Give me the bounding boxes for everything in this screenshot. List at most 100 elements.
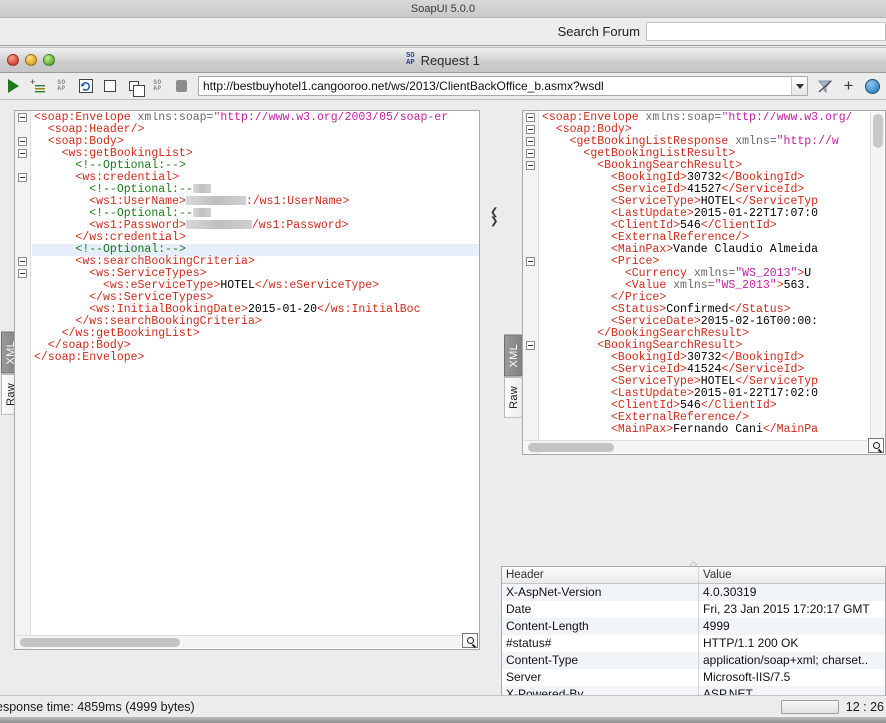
header-value-cell[interactable]: Microsoft-IIS/7.5 (699, 669, 885, 686)
chevron-down-icon (795, 83, 804, 89)
request-editor-gutter[interactable] (15, 111, 31, 649)
response-time-status: esponse time: 4859ms (4999 bytes) (0, 699, 195, 714)
column-header-header[interactable]: Header (502, 567, 699, 583)
add-assertion-button[interactable]: + (28, 77, 47, 96)
status-bar: esponse time: 4859ms (4999 bytes) 12 : 2… (0, 695, 886, 717)
header-name-cell[interactable]: X-AspNet-Version (502, 584, 699, 601)
fold-toggle-icon[interactable] (526, 257, 535, 266)
response-editor-pane[interactable]: <soap:Envelope xmlns:soap="http://www.w3… (522, 110, 886, 455)
recreate-request-button[interactable] (76, 77, 95, 96)
code-token: /ws1:Password> (251, 219, 349, 232)
code-token: "http://www.w3.org/ (721, 112, 853, 124)
table-row[interactable]: Date Fri, 23 Jan 2015 17:20:17 GMT (502, 601, 885, 618)
fold-toggle-icon[interactable] (18, 137, 27, 146)
table-row[interactable]: Content-Length 4999 (502, 618, 885, 635)
header-value-cell[interactable]: application/soap+xml; charset.. (699, 652, 885, 669)
fold-toggle-icon[interactable] (526, 113, 535, 122)
add-lines-icon: + (30, 78, 45, 93)
endpoint-filter-button[interactable] (815, 77, 834, 96)
fold-toggle-icon[interactable] (18, 173, 27, 182)
request-window-title: Request 1 (420, 52, 480, 68)
response-editor-gutter[interactable] (523, 111, 539, 454)
response-vscrollbar[interactable] (870, 112, 884, 440)
request-hscrollbar[interactable] (16, 635, 461, 648)
response-tab-raw[interactable]: Raw (504, 376, 524, 418)
plus-icon: + (843, 76, 854, 95)
single-pane-icon (103, 80, 116, 92)
caret-position-label: 12 : 26 (845, 699, 884, 714)
header-name-cell[interactable]: Content-Type (502, 652, 699, 669)
stop-button[interactable] (172, 77, 191, 96)
single-pane-layout-button[interactable] (100, 77, 119, 96)
redacted-value (185, 196, 246, 205)
header-name-cell[interactable]: #status# (502, 635, 699, 652)
response-vscroll-thumb[interactable] (873, 114, 883, 148)
response-hscrollbar[interactable] (524, 440, 867, 453)
redacted-value (192, 184, 211, 193)
application-title: SoapUI 5.0.0 (410, 2, 476, 15)
header-value-cell[interactable]: 4999 (699, 618, 885, 635)
stop-icon (176, 80, 187, 92)
pane-splitter-arrows[interactable]: ❮ ❯ (490, 208, 504, 227)
status-bar-right: 12 : 26 (780, 696, 886, 718)
fold-toggle-icon[interactable] (526, 125, 535, 134)
code-line[interactable]: </soap:Envelope> (32, 352, 479, 364)
code-token: </MainPa (762, 423, 819, 436)
magnifier-icon (466, 637, 474, 644)
filter-icon (817, 80, 832, 94)
endpoint-url-bar[interactable] (198, 76, 808, 96)
table-row[interactable]: Content-Type application/soap+xml; charse… (502, 652, 885, 669)
code-token: > (776, 279, 784, 292)
header-value-cell[interactable]: 4.0.30319 (699, 584, 885, 601)
play-icon (8, 79, 19, 93)
code-token: </ws:eServiceType> (254, 279, 380, 292)
response-tab-xml[interactable]: XML (504, 335, 524, 377)
request-window-titlebar: SO AP Request 1 (0, 47, 886, 73)
code-line[interactable]: <MainPax>Fernando Cani</MainPa (540, 424, 869, 436)
fold-toggle-icon[interactable] (18, 269, 27, 278)
table-row[interactable]: X-AspNet-Version 4.0.30319 (502, 584, 885, 601)
response-hscroll-thumb[interactable] (528, 443, 614, 452)
fold-toggle-icon[interactable] (18, 257, 27, 266)
soap-icon: SO AP (406, 52, 415, 67)
fold-toggle-icon[interactable] (526, 161, 535, 170)
request-editor-pane[interactable]: <soap:Envelope xmlns:soap="http://www.w3… (14, 110, 480, 650)
soap-options-button[interactable]: SO AP (148, 77, 167, 96)
add-endpoint-button[interactable]: + (839, 77, 858, 96)
code-token: xmlns= (728, 135, 777, 148)
fold-toggle-icon[interactable] (526, 149, 535, 158)
submit-request-button[interactable] (4, 77, 23, 96)
header-value-cell[interactable]: Fri, 23 Jan 2015 17:20:17 GMT (699, 601, 885, 618)
application-titlebar: SoapUI 5.0.0 (0, 0, 886, 18)
fold-toggle-icon[interactable] (18, 149, 27, 158)
header-name-cell[interactable]: Server (502, 669, 699, 686)
fold-toggle-icon[interactable] (526, 137, 535, 146)
code-token: HOTEL (220, 279, 255, 292)
fold-toggle-icon[interactable] (526, 341, 535, 350)
refresh-box-icon (78, 79, 93, 93)
two-pane-layout-button[interactable] (124, 77, 145, 97)
header-value-cell[interactable]: HTTP/1.1 200 OK (699, 635, 885, 652)
endpoint-globe-button[interactable] (863, 77, 882, 96)
create-soap-request-button[interactable]: SO AP (52, 77, 71, 96)
request-xml-code[interactable]: <soap:Envelope xmlns:soap="http://www.w3… (32, 112, 479, 649)
fold-toggle-icon[interactable] (18, 113, 27, 122)
table-row[interactable]: Server Microsoft-IIS/7.5 (502, 669, 885, 686)
response-zoom-button[interactable] (868, 438, 884, 453)
header-name-cell[interactable]: Content-Length (502, 618, 699, 635)
collapse-right-icon[interactable]: ❯ (490, 217, 504, 227)
endpoint-url-input[interactable] (199, 79, 791, 93)
code-token: "http://www.w3.org/2003/05/soap-er (213, 112, 449, 124)
search-forum-label: Search Forum (557, 24, 640, 39)
code-token: "http://w (776, 135, 839, 148)
progress-bar (780, 699, 839, 714)
table-row[interactable]: #status# HTTP/1.1 200 OK (502, 635, 885, 652)
endpoint-dropdown-button[interactable] (791, 77, 807, 95)
request-zoom-button[interactable] (462, 633, 478, 648)
request-hscroll-thumb[interactable] (20, 638, 180, 647)
header-name-cell[interactable]: Date (502, 601, 699, 618)
response-xml-code[interactable]: <soap:Envelope xmlns:soap="http://www.w3… (540, 112, 869, 454)
column-header-value[interactable]: Value (699, 567, 885, 583)
search-forum-input[interactable] (646, 22, 886, 41)
headers-table-header-row: Header Value (502, 567, 885, 584)
